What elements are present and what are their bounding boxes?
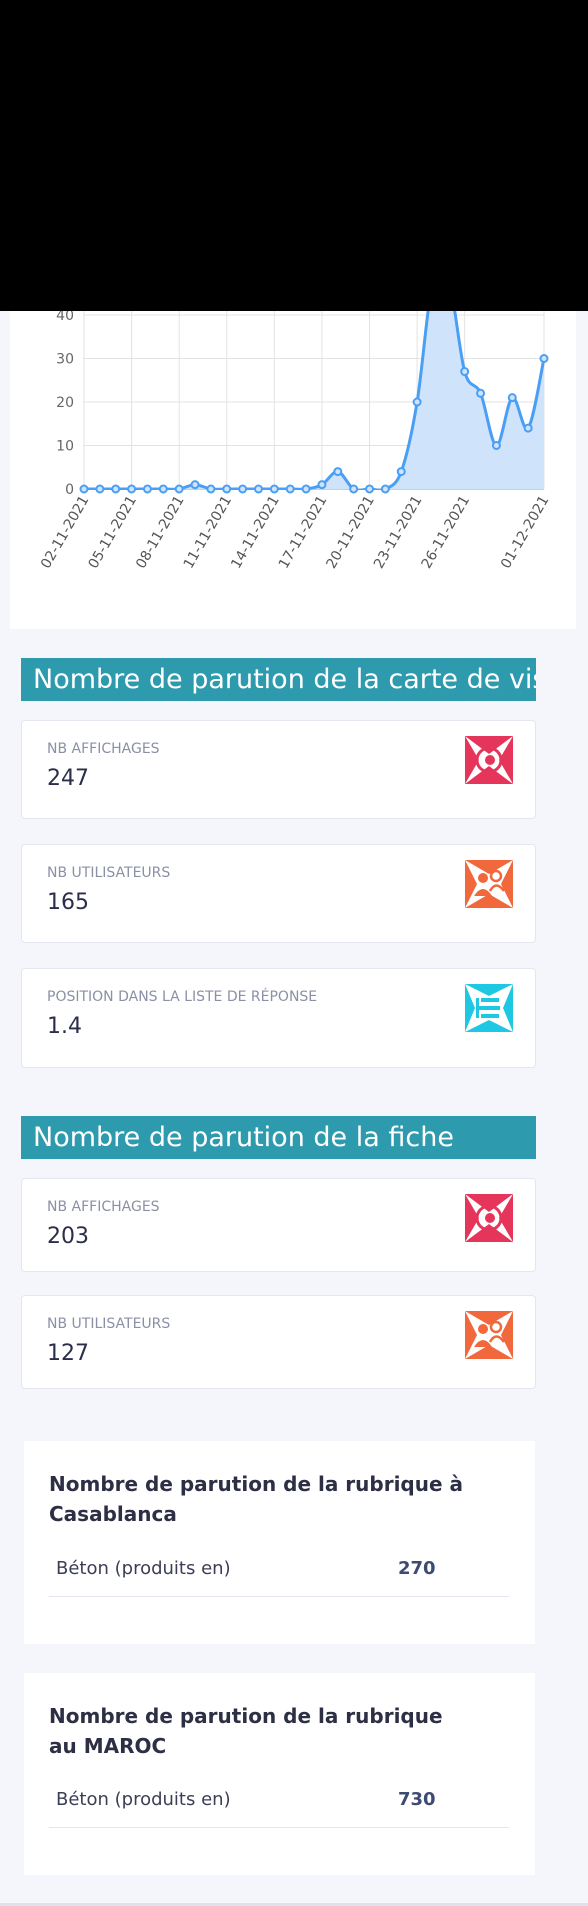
x-tick-label: 17-11-2021 (276, 493, 331, 571)
data-point (174, 484, 184, 494)
y-tick-label: 20 (56, 395, 74, 411)
stat-value: 127 (47, 1341, 89, 1366)
data-point (539, 354, 549, 363)
stat-label: POSITION DANS LA LISTE DE RÉPONSE (47, 989, 318, 1005)
rubrique-name: Béton (produits en) (56, 1558, 231, 1579)
chart-card: 0 10 20 30 40 02-11-2021 05-11-2021 08-11-2021 1… (10, 311, 576, 629)
x-tick-label: 20-11-2021 (323, 493, 378, 571)
y-tick-label: 30 (56, 352, 74, 368)
stat-card-fiche-affichages: NB AFFICHAGES 203 (21, 1178, 536, 1272)
data-point (190, 480, 200, 490)
rubrique-name: Béton (produits en) (56, 1789, 231, 1810)
stat-label: NB UTILISATEURS (47, 865, 171, 881)
rubrique-value: 270 (398, 1558, 436, 1579)
stat-value: 165 (47, 890, 89, 915)
users-icon (465, 860, 513, 908)
rubrique-maroc-card: Nombre de parution de la rubrique au MAR… (24, 1673, 535, 1875)
data-point (285, 484, 295, 494)
rubrique-casablanca-card: Nombre de parution de la rubrique à Casa… (24, 1441, 535, 1644)
stat-card-fiche-utilisateurs: NB UTILISATEURS 127 (21, 1295, 536, 1389)
data-point (365, 484, 375, 494)
rubrique-casablanca-title: Nombre de parution de la rubrique à Casa… (49, 1472, 464, 1526)
data-point (127, 484, 137, 494)
data-point (491, 441, 501, 450)
y-tick-label: 10 (56, 439, 74, 455)
list-icon (465, 984, 513, 1032)
data-point (111, 484, 121, 494)
x-tick-label: 08-11-2021 (133, 493, 188, 571)
data-point (301, 484, 311, 494)
data-point (333, 467, 343, 477)
table-row: Béton (produits en) 730 (49, 1779, 509, 1828)
section-title-carte-visite: Nombre de parution de la carte de viste (21, 658, 536, 701)
y-tick-label: 0 (65, 482, 74, 498)
x-tick-label: 11-11-2021 (181, 493, 236, 571)
users-icon (465, 1311, 513, 1359)
data-point (476, 388, 486, 398)
daily-views-chart: 01020304002-11-202105-11-202108-11-20211… (38, 311, 553, 571)
stat-card-affichages: NB AFFICHAGES 247 (21, 720, 536, 819)
data-point (158, 484, 168, 494)
data-point (317, 480, 327, 490)
stat-label: NB AFFICHAGES (47, 1199, 160, 1215)
data-point (238, 484, 248, 494)
eye-icon (465, 736, 513, 784)
rubrique-value: 730 (398, 1789, 436, 1810)
data-point (396, 467, 406, 477)
x-tick-label: 05-11-2021 (86, 493, 141, 571)
series-area (84, 311, 544, 490)
data-point (222, 484, 232, 494)
stat-label: NB UTILISATEURS (47, 1316, 171, 1332)
data-point (253, 484, 263, 494)
stat-value: 247 (47, 766, 89, 791)
table-row: Béton (produits en) 270 (49, 1548, 509, 1597)
top-black-region (0, 0, 588, 311)
eye-icon (465, 1194, 513, 1242)
data-point (206, 484, 216, 494)
data-point (142, 484, 152, 494)
data-point (95, 484, 105, 494)
data-point (349, 484, 359, 494)
x-tick-label: 01-12-2021 (498, 493, 553, 571)
x-tick-label: 26-11-2021 (419, 493, 474, 571)
stat-value: 203 (47, 1224, 89, 1249)
x-tick-label: 02-11-2021 (38, 493, 93, 571)
data-point (79, 484, 89, 494)
stat-card-utilisateurs: NB UTILISATEURS 165 (21, 844, 536, 943)
y-tick-label: 40 (56, 311, 74, 324)
x-tick-label: 14-11-2021 (228, 493, 283, 571)
stat-label: NB AFFICHAGES (47, 741, 160, 757)
stat-value: 1.4 (47, 1014, 82, 1039)
section-title-fiche: Nombre de parution de la fiche (21, 1116, 536, 1159)
data-point (380, 484, 390, 494)
data-point (460, 367, 470, 377)
x-tick-label: 23-11-2021 (371, 493, 426, 571)
rubrique-maroc-title: Nombre de parution de la rubrique au MAR… (49, 1704, 443, 1758)
data-point (412, 397, 422, 407)
data-point (269, 484, 279, 494)
data-point (523, 423, 533, 433)
stat-card-position: POSITION DANS LA LISTE DE RÉPONSE 1.4 (21, 968, 536, 1068)
data-point (507, 393, 517, 403)
